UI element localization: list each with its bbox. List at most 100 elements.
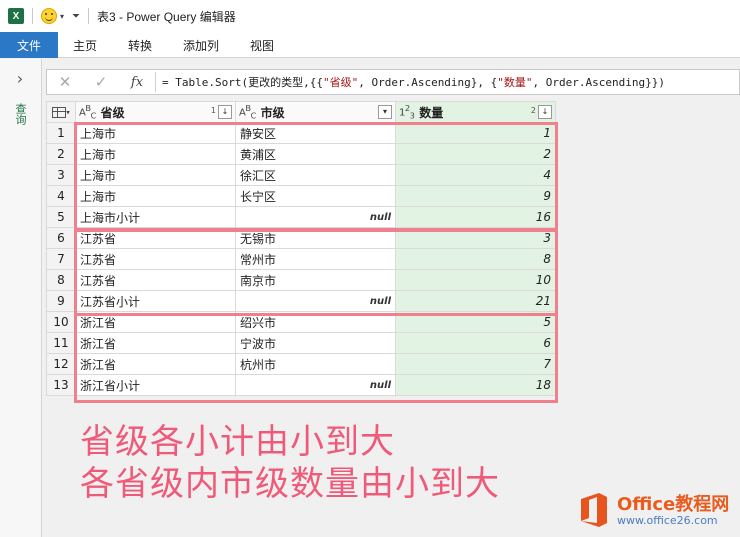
cell-quantity[interactable]: 10 — [395, 269, 556, 291]
feedback-smiley-icon[interactable] — [41, 8, 57, 24]
table-menu-caret-icon: ▾ — [66, 108, 70, 117]
table-row[interactable]: 12 浙江省 杭州市 7 — [46, 353, 556, 375]
cell-province[interactable]: 浙江省小计 — [75, 374, 236, 396]
cell-city[interactable]: 绍兴市 — [235, 311, 396, 333]
cell-city[interactable]: 常州市 — [235, 248, 396, 270]
cancel-formula-icon[interactable]: ✕ — [47, 70, 83, 94]
table-row[interactable]: 3 上海市 徐汇区 4 — [46, 164, 556, 186]
window-title: 表3 - Power Query 编辑器 — [97, 9, 236, 24]
column-header-city[interactable]: ABC 市级 ▾ — [235, 101, 396, 123]
cell-province[interactable]: 江苏省小计 — [75, 290, 236, 312]
cell-province[interactable]: 上海市小计 — [75, 206, 236, 228]
cell-city[interactable]: 长宁区 — [235, 185, 396, 207]
commit-formula-icon[interactable]: ✓ — [83, 70, 119, 94]
cell-city[interactable]: 宁波市 — [235, 332, 396, 354]
table-row[interactable]: 9 江苏省小计 null 21 — [46, 290, 556, 312]
cell-city[interactable]: 黄浦区 — [235, 143, 396, 165]
row-number[interactable]: 8 — [46, 269, 76, 291]
cell-city[interactable]: null — [235, 374, 396, 396]
feedback-dropdown-icon[interactable]: ▾ — [60, 12, 64, 21]
cell-province[interactable]: 上海市 — [75, 122, 236, 144]
row-number[interactable]: 9 — [46, 290, 76, 312]
row-number[interactable]: 3 — [46, 164, 76, 186]
row-number[interactable]: 7 — [46, 248, 76, 270]
cell-quantity[interactable]: 18 — [395, 374, 556, 396]
cell-quantity[interactable]: 6 — [395, 332, 556, 354]
column-header-label: 市级 — [260, 105, 285, 120]
table-row[interactable]: 11 浙江省 宁波市 6 — [46, 332, 556, 354]
cell-quantity[interactable]: 5 — [395, 311, 556, 333]
filter-dropdown-icon[interactable]: ▾ — [378, 105, 392, 119]
cell-city[interactable]: null — [235, 290, 396, 312]
text-type-icon[interactable]: ABC — [239, 103, 256, 120]
table-row[interactable]: 6 江苏省 无锡市 3 — [46, 227, 556, 249]
table-row[interactable]: 4 上海市 长宁区 9 — [46, 185, 556, 207]
table-menu-button[interactable]: ▾ — [46, 101, 76, 123]
column-header-quantity[interactable]: 123 数量 2 ↓ — [395, 101, 556, 123]
row-number[interactable]: 4 — [46, 185, 76, 207]
cell-city[interactable]: null — [235, 206, 396, 228]
tab-home[interactable]: 主页 — [58, 32, 112, 58]
queries-pane-label[interactable]: 查询 — [14, 103, 28, 125]
formula-suffix: , Order.Ascending}}) — [532, 76, 665, 89]
watermark-url: www.office26.com — [617, 514, 718, 527]
column-header-province[interactable]: ABC 省级 1 ↓ — [75, 101, 236, 123]
cell-province[interactable]: 上海市 — [75, 185, 236, 207]
tab-view[interactable]: 视图 — [234, 32, 290, 58]
tab-file[interactable]: 文件 — [0, 32, 58, 58]
row-number[interactable]: 10 — [46, 311, 76, 333]
table-row[interactable]: 8 江苏省 南京市 10 — [46, 269, 556, 291]
cell-quantity[interactable]: 21 — [395, 290, 556, 312]
insert-function-icon[interactable]: fx — [119, 70, 155, 94]
expand-pane-chevron-icon[interactable]: › — [12, 71, 28, 87]
title-separator-2 — [88, 8, 90, 24]
cell-quantity[interactable]: 4 — [395, 164, 556, 186]
table-row[interactable]: 5 上海市小计 null 16 — [46, 206, 556, 228]
cell-quantity[interactable]: 16 — [395, 206, 556, 228]
cell-province[interactable]: 江苏省 — [75, 248, 236, 270]
cell-quantity[interactable]: 3 — [395, 227, 556, 249]
cell-province[interactable]: 江苏省 — [75, 227, 236, 249]
cell-province[interactable]: 浙江省 — [75, 353, 236, 375]
number-type-icon[interactable]: 123 — [399, 103, 415, 120]
formula-input[interactable]: = Table.Sort(更改的类型,{{"省级", Order.Ascendi… — [162, 74, 665, 90]
tab-transform[interactable]: 转换 — [112, 32, 168, 58]
table-row[interactable]: 13 浙江省小计 null 18 — [46, 374, 556, 396]
table-row[interactable]: 10 浙江省 绍兴市 5 — [46, 311, 556, 333]
cell-city[interactable]: 无锡市 — [235, 227, 396, 249]
customize-toolbar-icon[interactable]: ⏷ — [72, 11, 80, 22]
office-logo-icon — [581, 493, 607, 527]
row-number[interactable]: 13 — [46, 374, 76, 396]
cell-quantity[interactable]: 8 — [395, 248, 556, 270]
row-number[interactable]: 2 — [46, 143, 76, 165]
table-row[interactable]: 7 江苏省 常州市 8 — [46, 248, 556, 270]
row-number[interactable]: 1 — [46, 122, 76, 144]
cell-province[interactable]: 浙江省 — [75, 332, 236, 354]
cell-province[interactable]: 上海市 — [75, 164, 236, 186]
cell-quantity[interactable]: 9 — [395, 185, 556, 207]
text-type-icon[interactable]: ABC — [79, 103, 96, 120]
sort-ascending-filter-icon[interactable]: ↓ — [538, 105, 552, 119]
cell-quantity[interactable]: 1 — [395, 122, 556, 144]
cell-quantity[interactable]: 7 — [395, 353, 556, 375]
table-row[interactable]: 2 上海市 黄浦区 2 — [46, 143, 556, 165]
cell-city[interactable]: 静安区 — [235, 122, 396, 144]
grid-header-row: ▾ ABC 省级 1 ↓ ABC 市级 ▾ 123 数量 2 ↓ — [46, 101, 556, 123]
cell-city[interactable]: 南京市 — [235, 269, 396, 291]
row-number[interactable]: 12 — [46, 353, 76, 375]
cell-province[interactable]: 江苏省 — [75, 269, 236, 291]
formula-bar: ✕ ✓ fx = Table.Sort(更改的类型,{{"省级", Order.… — [46, 69, 740, 95]
cell-province[interactable]: 上海市 — [75, 143, 236, 165]
table-row[interactable]: 1 上海市 静安区 1 — [46, 122, 556, 144]
cell-city[interactable]: 杭州市 — [235, 353, 396, 375]
row-number[interactable]: 11 — [46, 332, 76, 354]
cell-city[interactable]: 徐汇区 — [235, 164, 396, 186]
cell-quantity[interactable]: 2 — [395, 143, 556, 165]
row-number[interactable]: 6 — [46, 227, 76, 249]
formula-prefix: = Table.Sort(更改的类型,{{ — [162, 76, 323, 89]
sort-ascending-filter-icon[interactable]: ↓ — [218, 105, 232, 119]
tab-add-column[interactable]: 添加列 — [168, 32, 234, 58]
formula-string-2: "数量" — [497, 76, 533, 89]
cell-province[interactable]: 浙江省 — [75, 311, 236, 333]
row-number[interactable]: 5 — [46, 206, 76, 228]
